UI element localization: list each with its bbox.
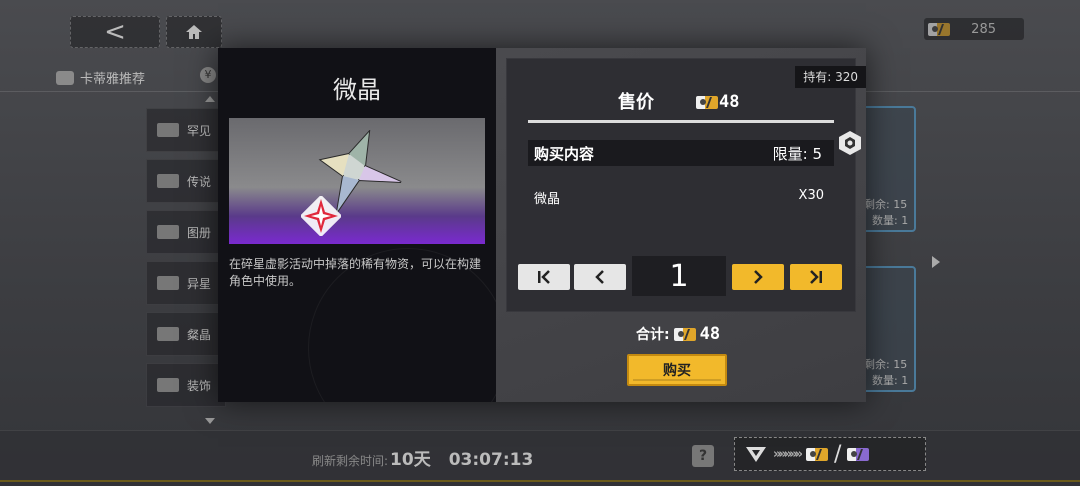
item-info-pane: 微晶 在碎星虚影活动中掉落的稀有物资，可以在构建角色中使用。 bbox=[218, 48, 496, 402]
card-remaining: 剩余: 15 bbox=[864, 358, 908, 371]
chevron-right-icon bbox=[754, 270, 763, 284]
sidebar-item-label: 图册 bbox=[187, 225, 212, 240]
back-button[interactable]: < bbox=[70, 16, 160, 48]
content-item-row: 微晶 X30 bbox=[534, 188, 824, 207]
help-button[interactable]: ? bbox=[692, 445, 714, 467]
purchase-limit: 限量: 5 bbox=[772, 145, 822, 163]
slash-separator: / bbox=[834, 441, 842, 467]
purchase-dialog: 微晶 在碎星虚影活动中掉落的稀有物资，可以在构建角色中使用。 持有: 320 售… bbox=[218, 48, 866, 402]
content-item-qty: X30 bbox=[798, 188, 824, 203]
price-label: 售价 bbox=[618, 92, 654, 113]
sidebar-item-label: 装饰 bbox=[187, 378, 212, 393]
total-price: 合计: 48 bbox=[636, 324, 720, 344]
currency-display: 285 bbox=[924, 18, 1024, 40]
bunny-icon bbox=[56, 70, 74, 85]
rarity-star-icon bbox=[301, 196, 341, 236]
quantity-input[interactable]: 1 bbox=[632, 256, 726, 296]
category-icon bbox=[157, 327, 179, 341]
divider bbox=[528, 120, 834, 123]
buy-button[interactable]: 购买 bbox=[627, 354, 727, 386]
sidebar-item-legend[interactable]: 传说 bbox=[146, 159, 226, 203]
bottom-bar: 刷新剩余时间: 10天 03:07:13 ? »»»»» / bbox=[0, 430, 1080, 486]
quantity-stepper: 1 bbox=[518, 256, 844, 300]
buy-label: 购买 bbox=[663, 363, 691, 379]
refresh-days: 10天 bbox=[390, 450, 431, 470]
refresh-timer: 刷新剩余时间: 10天 03:07:13 bbox=[312, 445, 533, 470]
card-count: 数量: 1 bbox=[872, 214, 909, 227]
refresh-label: 刷新剩余时间: bbox=[312, 454, 389, 468]
yen-icon: ¥ bbox=[204, 68, 212, 81]
help-icon: ? bbox=[698, 448, 708, 464]
home-icon bbox=[186, 25, 202, 39]
tab-recommend[interactable]: 卡蒂雅推荐 bbox=[56, 68, 145, 87]
item-description: 在碎星虚影活动中掉落的稀有物资，可以在构建角色中使用。 bbox=[229, 257, 482, 288]
currency-icon bbox=[673, 327, 696, 341]
sidebar-item-rare[interactable]: 罕见 bbox=[146, 108, 226, 152]
price-value: 48 bbox=[719, 92, 740, 112]
total-label: 合计: bbox=[636, 327, 670, 343]
scroll-down-icon[interactable] bbox=[205, 418, 215, 424]
category-sidebar: 罕见 传说 图册 异星 粲晶 装饰 bbox=[146, 108, 226, 414]
max-quantity-button[interactable] bbox=[790, 264, 842, 290]
currency-exchange-button[interactable]: »»»»» / bbox=[734, 437, 926, 471]
price-amount: 48 bbox=[696, 92, 739, 112]
item-image bbox=[229, 118, 485, 244]
card-count: 数量: 1 bbox=[872, 374, 909, 387]
category-icon bbox=[157, 225, 179, 239]
home-button[interactable] bbox=[166, 16, 222, 48]
sidebar-item-label: 罕见 bbox=[187, 123, 212, 138]
bottom-accent-line bbox=[0, 480, 1080, 482]
sidebar-item-crystal[interactable]: 粲晶 bbox=[146, 312, 226, 356]
min-quantity-button[interactable] bbox=[518, 264, 570, 290]
sidebar-item-label: 异星 bbox=[187, 276, 212, 291]
contents-title: 购买内容 bbox=[534, 145, 595, 163]
card-remaining: 剩余: 15 bbox=[864, 198, 908, 211]
premium-currency-icon bbox=[847, 447, 870, 461]
tab-label: 卡蒂雅推荐 bbox=[80, 72, 146, 87]
currency-icon bbox=[806, 447, 828, 461]
category-icon bbox=[157, 276, 179, 290]
increase-quantity-button[interactable] bbox=[732, 264, 784, 290]
chevrons-icon: »»»»» bbox=[773, 446, 803, 462]
sidebar-item-alien[interactable]: 异星 bbox=[146, 261, 226, 305]
skip-to-end-icon bbox=[810, 270, 822, 284]
price-row: 售价 48 bbox=[496, 88, 866, 113]
refresh-time: 03:07:13 bbox=[448, 450, 534, 470]
chevron-left-icon bbox=[595, 270, 604, 284]
category-icon bbox=[157, 123, 179, 137]
category-icon bbox=[157, 378, 179, 392]
tab-yen[interactable]: ¥ bbox=[200, 67, 216, 83]
skip-to-start-icon bbox=[538, 270, 550, 284]
contents-header: 购买内容 限量: 5 bbox=[528, 140, 834, 166]
purchase-pane: 持有: 320 售价 48 购买内容 限量: 5 微晶 X30 1 合计: 48… bbox=[496, 48, 866, 402]
item-title: 微晶 bbox=[333, 76, 381, 104]
decrease-quantity-button[interactable] bbox=[574, 264, 626, 290]
next-page-icon[interactable] bbox=[932, 256, 940, 268]
category-icon bbox=[157, 174, 179, 188]
info-hex-icon[interactable] bbox=[838, 130, 862, 156]
currency-value: 285 bbox=[971, 21, 996, 37]
arrow-logo-icon bbox=[746, 447, 766, 462]
owned-count: 持有: 320 bbox=[795, 66, 866, 88]
total-value: 48 bbox=[699, 324, 721, 344]
sidebar-item-decor[interactable]: 装饰 bbox=[146, 363, 226, 407]
scroll-up-icon[interactable] bbox=[205, 96, 215, 102]
currency-icon bbox=[928, 22, 950, 36]
sidebar-item-album[interactable]: 图册 bbox=[146, 210, 226, 254]
sidebar-item-label: 粲晶 bbox=[187, 327, 212, 342]
sidebar-item-label: 传说 bbox=[187, 174, 212, 189]
back-icon: < bbox=[104, 17, 126, 47]
content-item-name: 微晶 bbox=[534, 192, 561, 207]
currency-icon bbox=[696, 95, 718, 109]
